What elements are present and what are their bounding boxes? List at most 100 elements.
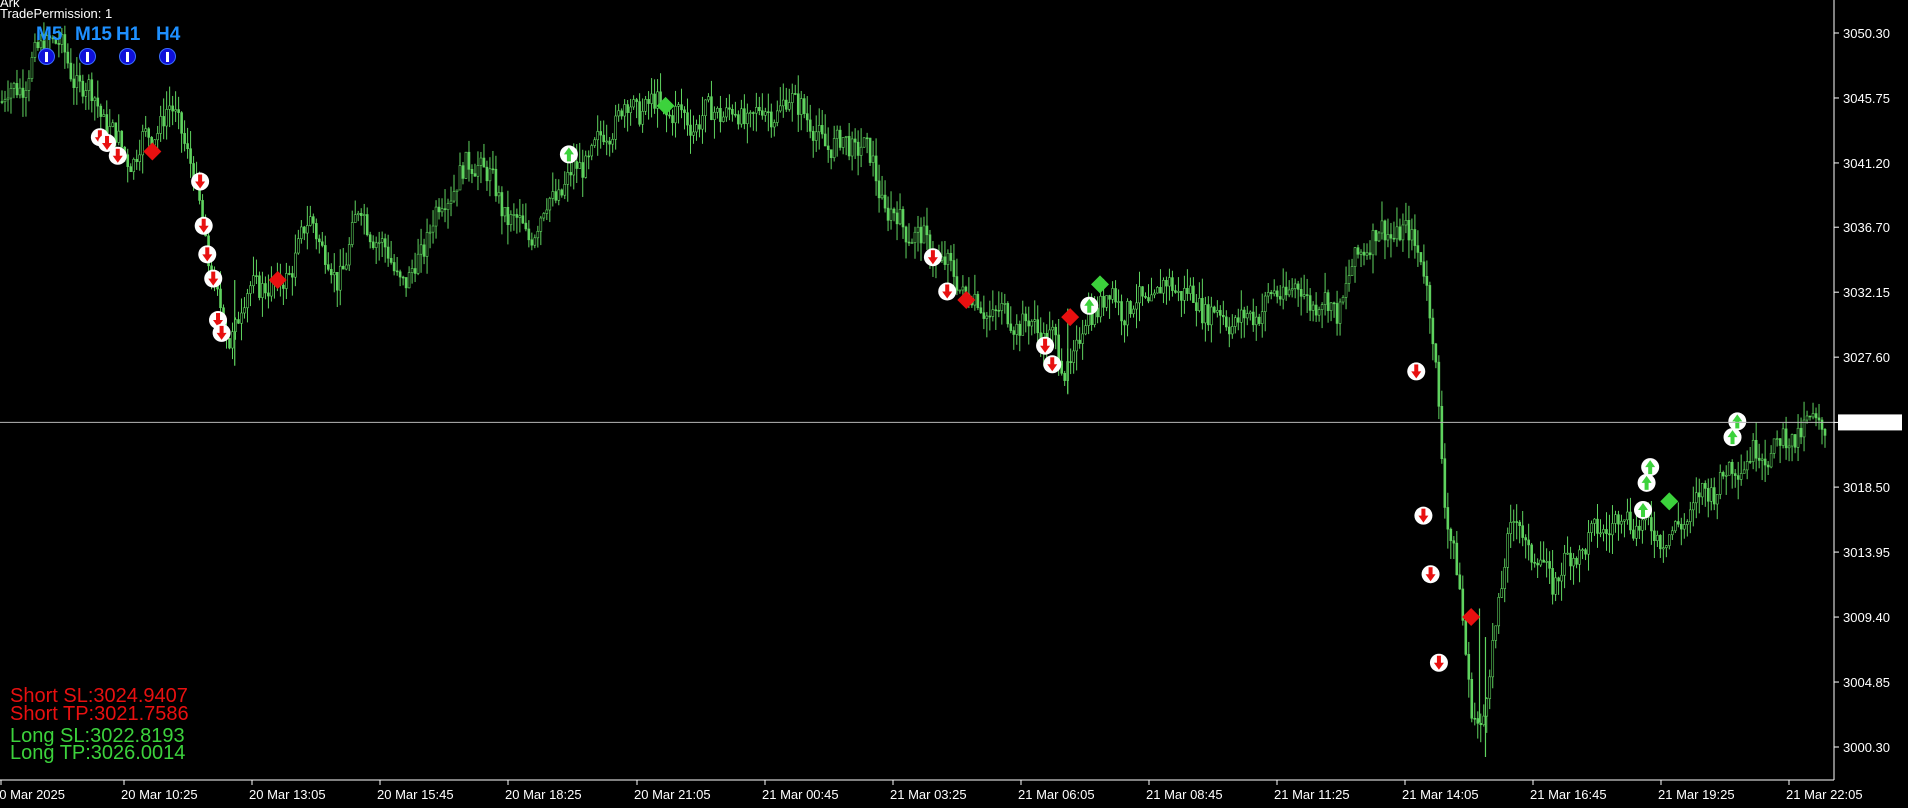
candle-body (419, 244, 423, 255)
candle-body (922, 225, 926, 244)
candle-body (1165, 280, 1168, 287)
candle-body (1605, 529, 1608, 535)
candle-body (129, 166, 133, 173)
candle-body (979, 307, 983, 314)
time-tick-label: 21 Mar 16:45 (1530, 787, 1607, 802)
candle-body (1009, 323, 1013, 331)
candle-body (1308, 295, 1312, 311)
candle-body (1629, 511, 1632, 531)
price-chart[interactable]: 3050.30 3045.75 3041.20 3036.70 3032.15 3027.… (0, 0, 1908, 808)
candle-body (1239, 309, 1243, 323)
candle-body (542, 213, 546, 219)
candle-body (853, 138, 857, 143)
candle-body (455, 189, 459, 192)
candle-body (1452, 540, 1456, 544)
candle-body (913, 231, 917, 243)
candle-body (1539, 559, 1542, 566)
candle-body (1632, 529, 1635, 539)
candle-body (1078, 339, 1081, 344)
candle-body (1596, 518, 1599, 534)
candle-body (1545, 561, 1548, 563)
candle-body (165, 109, 168, 127)
candle-body (635, 99, 638, 102)
candle-body (740, 108, 743, 125)
candle-body (461, 165, 465, 179)
candle-body (752, 112, 755, 114)
candle-body (1566, 552, 1569, 555)
candle-body (1132, 308, 1135, 315)
candle-body (350, 222, 354, 245)
candle-body (1278, 296, 1282, 300)
candle-body (464, 151, 468, 179)
candle-body (590, 145, 594, 157)
candle-body (1712, 487, 1716, 505)
candle-body (120, 130, 124, 148)
candle-body (557, 189, 561, 201)
candle-body (1263, 295, 1267, 313)
candle-body (18, 87, 22, 96)
candle-body (21, 87, 25, 98)
candle-body (925, 225, 929, 236)
candle-body (1174, 290, 1177, 293)
candle-body (1464, 620, 1468, 655)
candle (1727, 461, 1731, 476)
short-arrow-icon (191, 172, 210, 191)
candle-body (485, 166, 489, 182)
candle-body (294, 252, 297, 278)
candle-body (877, 180, 881, 199)
candle-body (1500, 588, 1504, 598)
candle-body (180, 112, 183, 134)
candle-body (1790, 434, 1794, 447)
candle-body (1210, 306, 1213, 326)
candle-body (1662, 547, 1665, 550)
candle-body (778, 105, 782, 112)
candle-body (1608, 533, 1611, 536)
candle-body (1341, 297, 1345, 303)
timeframe-label-m15: M15 (75, 24, 112, 45)
candle-body (323, 245, 327, 265)
candle-body (650, 93, 653, 104)
candle-body (1530, 544, 1533, 563)
candle-body (943, 256, 947, 265)
candle-body (1515, 521, 1518, 523)
candle-body (422, 244, 426, 257)
candle-body (674, 106, 677, 124)
candle-body (1614, 514, 1617, 524)
candle (868, 137, 872, 166)
candle-body (1796, 427, 1800, 448)
candle-body (1763, 458, 1767, 466)
candle-body (1156, 287, 1159, 294)
short-arrow-icon (1043, 355, 1062, 374)
candle-body (883, 194, 887, 209)
candle-body (1551, 568, 1554, 595)
candle-body (1189, 285, 1192, 294)
candle-body (701, 115, 704, 130)
candle-body (1665, 545, 1668, 549)
candle-body (898, 209, 902, 225)
long-arrow-icon (559, 145, 578, 164)
candle-body (1368, 252, 1372, 256)
candle-body (746, 112, 749, 125)
candle-body (126, 154, 130, 167)
candle-body (1742, 469, 1746, 474)
candle (228, 337, 231, 350)
candle-body (1623, 519, 1626, 522)
time-tick-label: 21 Mar 06:05 (1018, 787, 1095, 802)
candle-body (177, 109, 180, 113)
candle-body (1231, 326, 1234, 335)
candle-body (1706, 488, 1710, 502)
candle-body (1560, 574, 1563, 582)
candle-body (1536, 562, 1539, 566)
short-arrow-icon (198, 245, 217, 264)
candle-body (955, 276, 959, 291)
candle-body (93, 97, 97, 102)
candle-body (359, 213, 363, 216)
candle-body (63, 34, 67, 53)
time-tick-label: 20 Mar 10:25 (121, 787, 198, 802)
candle-body (1449, 528, 1453, 542)
candle-body (1404, 220, 1408, 226)
candle-body (901, 209, 905, 228)
candle-body (677, 104, 680, 107)
candle-body (1272, 290, 1276, 295)
candle-body (1362, 251, 1366, 256)
